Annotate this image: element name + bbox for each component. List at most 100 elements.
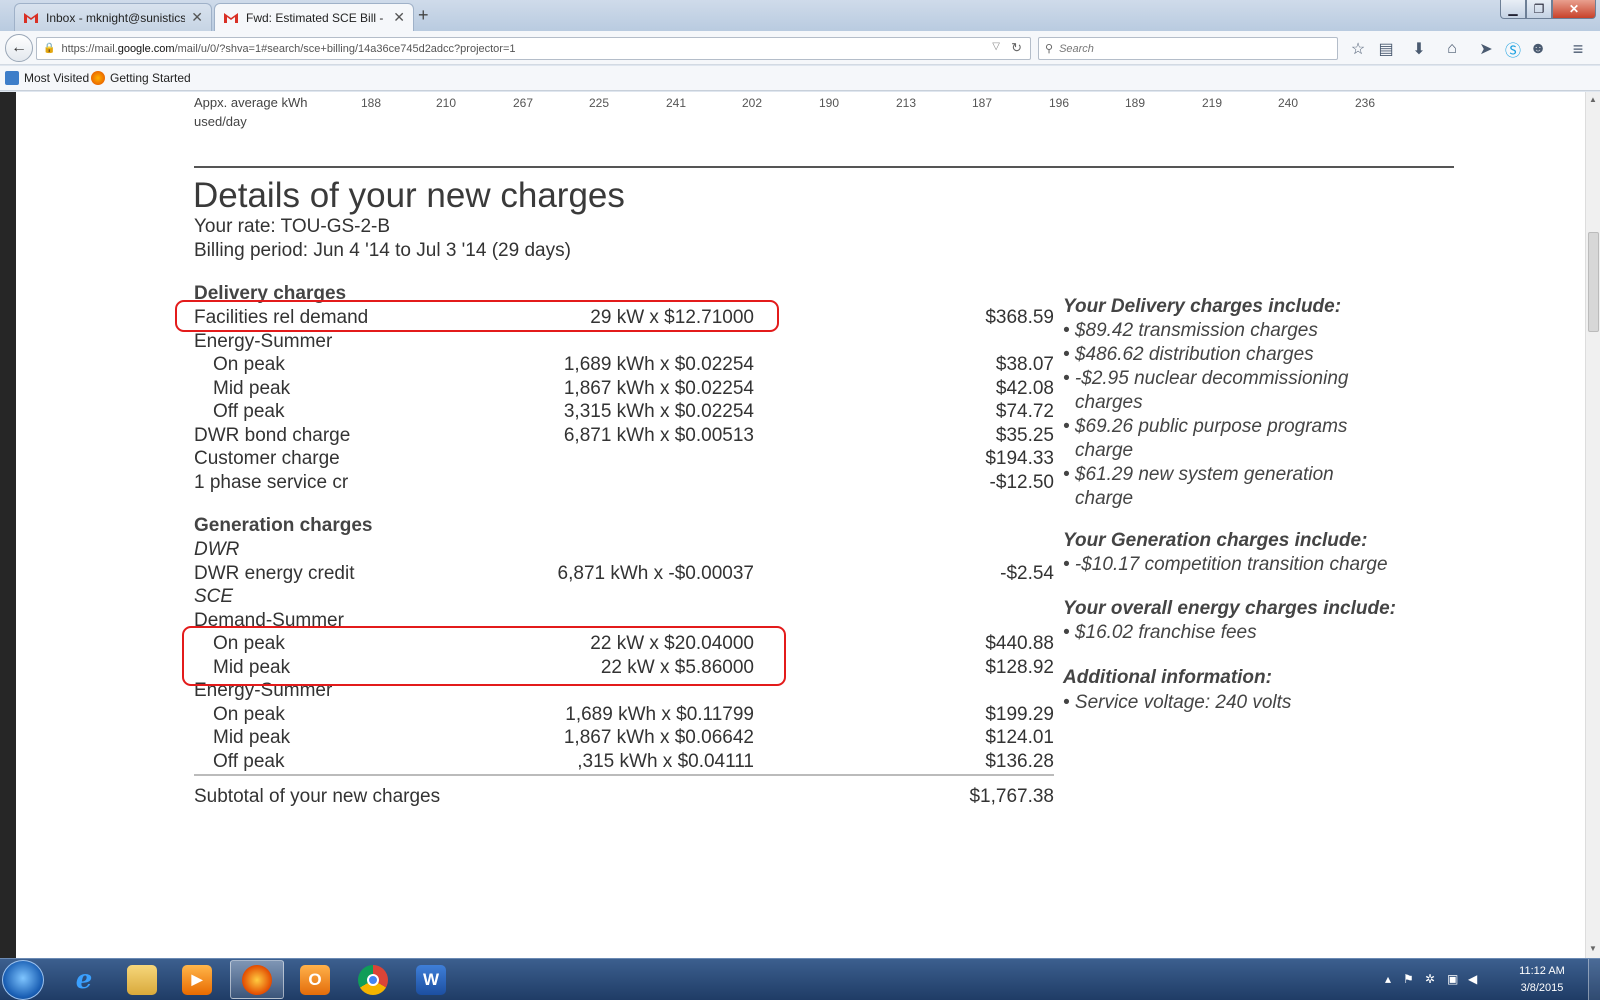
generation-heading: Generation charges bbox=[194, 515, 373, 536]
minimize-button[interactable]: ▁ bbox=[1500, 0, 1526, 19]
charge-calculation: 1,867 kWh x $0.06642 bbox=[563, 727, 754, 748]
charge-label: Off peak bbox=[213, 401, 285, 422]
charge-amount: $42.08 bbox=[995, 377, 1054, 399]
charge-label: On peak bbox=[213, 703, 285, 725]
charge-calculation: 6,871 kWh x $0.00513 bbox=[563, 424, 754, 446]
side-overall-item: • $16.02 franchise fees bbox=[1063, 622, 1257, 643]
charge-label: Mid peak bbox=[213, 727, 291, 748]
search-placeholder: Search bbox=[1059, 42, 1094, 55]
side-additional-heading: Additional information: bbox=[1063, 667, 1272, 688]
scroll-thumb[interactable] bbox=[1588, 232, 1599, 332]
side-delivery-item: • -$2.95 nuclear decommissioning bbox=[1063, 368, 1349, 389]
charge-amount: $38.07 bbox=[995, 354, 1054, 375]
subtotal-divider bbox=[194, 774, 1054, 776]
charge-label: SCE bbox=[194, 586, 234, 607]
taskbar-chrome[interactable] bbox=[346, 960, 400, 999]
url-text: https://mail.google.com/mail/u/0/?shva=1… bbox=[61, 42, 516, 55]
subtotal-amount: $1,767.38 bbox=[969, 786, 1054, 807]
search-input[interactable]: ⚲ Search bbox=[1038, 37, 1338, 60]
avg-kwh-value: 241 bbox=[666, 96, 687, 110]
highlight-box bbox=[182, 626, 786, 686]
windows-taskbar: e ▶ O W ▴ ⚑ ✲ ▣ ◀ 11:12 AM 3/8/2015 bbox=[0, 958, 1600, 1000]
flag-icon[interactable]: ⚑ bbox=[1403, 972, 1414, 986]
close-icon[interactable]: ✕ bbox=[393, 9, 405, 26]
show-hidden-icons-icon[interactable]: ▴ bbox=[1385, 972, 1391, 986]
avg-kwh-value: 213 bbox=[896, 96, 917, 110]
charge-amount: $128.92 bbox=[985, 656, 1054, 678]
skype-icon[interactable]: Ⓢ bbox=[1503, 39, 1523, 60]
side-delivery-item: • $69.26 public purpose programs bbox=[1063, 416, 1348, 437]
avg-kwh-value: 188 bbox=[361, 96, 382, 110]
menu-icon[interactable]: ≡ bbox=[1568, 39, 1588, 59]
side-additional-item: • Service voltage: 240 volts bbox=[1063, 692, 1292, 713]
bookmark-getting-started[interactable]: Getting Started bbox=[91, 71, 191, 85]
back-button[interactable]: ← bbox=[5, 34, 33, 62]
bookmarks-toolbar: Most Visited Getting Started bbox=[0, 66, 1600, 91]
clock[interactable]: 11:12 AM 3/8/2015 bbox=[1507, 963, 1577, 997]
download-icon[interactable]: ⬇ bbox=[1409, 39, 1429, 59]
subtotal-label: Subtotal of your new charges bbox=[194, 786, 441, 807]
content-area: Appx. average kWh used/day 188 210 267 2… bbox=[0, 92, 1600, 958]
taskbar-firefox[interactable] bbox=[230, 960, 284, 999]
vertical-scrollbar[interactable]: ▲ ▼ bbox=[1585, 92, 1600, 958]
search-icon: ⚲ bbox=[1045, 43, 1054, 55]
avg-kwh-label-2: used/day bbox=[194, 114, 247, 129]
chat-icon[interactable]: ☻ bbox=[1528, 39, 1548, 59]
taskbar-outlook[interactable]: O bbox=[288, 960, 342, 999]
taskbar-word[interactable]: W bbox=[404, 960, 458, 999]
scroll-up-icon[interactable]: ▲ bbox=[1589, 95, 1597, 104]
avg-kwh-value: 202 bbox=[742, 96, 763, 110]
outlook-icon: O bbox=[300, 964, 330, 995]
charge-amount: $74.72 bbox=[995, 401, 1054, 422]
avg-kwh-value: 225 bbox=[589, 96, 610, 110]
charge-label: DWR bond charge bbox=[194, 424, 351, 446]
folder-icon bbox=[127, 964, 157, 995]
charge-amount: -$2.54 bbox=[1000, 562, 1054, 584]
taskbar-file-explorer[interactable] bbox=[115, 960, 169, 999]
side-delivery-item: charges bbox=[1075, 392, 1143, 413]
taskbar-media-player[interactable]: ▶ bbox=[170, 960, 224, 999]
network-icon[interactable]: ▣ bbox=[1447, 972, 1458, 986]
avg-kwh-value: 190 bbox=[819, 96, 840, 110]
folder-icon bbox=[5, 71, 19, 85]
tab-inbox-label: Inbox - mknight@sunistics... bbox=[46, 10, 186, 25]
avg-kwh-value: 219 bbox=[1202, 96, 1223, 110]
bookmark-most-visited[interactable]: Most Visited bbox=[5, 71, 89, 85]
avg-kwh-value: 196 bbox=[1049, 96, 1070, 110]
tab-fwd-label: Fwd: Estimated SCE Bill - ... bbox=[246, 10, 388, 25]
charge-amount: $368.59 bbox=[985, 307, 1054, 328]
avg-kwh-value: 240 bbox=[1278, 96, 1299, 110]
volume-icon[interactable]: ◀ bbox=[1468, 972, 1477, 986]
firefox-icon bbox=[91, 71, 105, 85]
side-delivery-item: charge bbox=[1075, 440, 1134, 461]
home-icon[interactable]: ⌂ bbox=[1442, 39, 1462, 59]
show-desktop-button[interactable] bbox=[1588, 959, 1600, 1000]
charge-label: Customer charge bbox=[194, 448, 340, 469]
url-dropdown-icon[interactable]: ▽ bbox=[992, 41, 1000, 52]
close-icon[interactable]: ✕ bbox=[191, 9, 203, 26]
network-sync-icon[interactable]: ✲ bbox=[1425, 972, 1435, 986]
maximize-button[interactable]: ❐ bbox=[1526, 0, 1552, 19]
side-delivery-item: • $61.29 new system generation bbox=[1063, 464, 1334, 485]
scroll-down-icon[interactable]: ▼ bbox=[1589, 944, 1597, 953]
taskbar-internet-explorer[interactable]: e bbox=[57, 960, 111, 999]
firefox-icon bbox=[242, 964, 272, 995]
rate-line: Your rate: TOU-GS-2-B bbox=[194, 216, 391, 237]
charge-amount: $194.33 bbox=[985, 448, 1054, 469]
tab-fwd-sce-bill[interactable]: Fwd: Estimated SCE Bill - ... ✕ bbox=[214, 3, 414, 31]
reading-list-icon[interactable]: ▤ bbox=[1376, 39, 1396, 59]
close-window-button[interactable]: ✕ bbox=[1552, 0, 1596, 19]
avg-kwh-label: Appx. average kWh bbox=[194, 95, 308, 110]
reload-icon[interactable]: ↻ bbox=[1011, 40, 1022, 56]
word-icon: W bbox=[416, 964, 446, 995]
system-tray: ▴ ⚑ ✲ ▣ ◀ 11:12 AM 3/8/2015 bbox=[1385, 959, 1600, 1000]
new-tab-button[interactable]: + bbox=[418, 5, 429, 26]
send-icon[interactable]: ➤ bbox=[1476, 39, 1496, 59]
url-bar[interactable]: 🔒 https://mail.google.com/mail/u/0/?shva… bbox=[36, 37, 1031, 60]
charge-label: On peak bbox=[213, 354, 285, 375]
start-button[interactable] bbox=[2, 960, 44, 1000]
star-icon[interactable]: ☆ bbox=[1348, 39, 1368, 59]
avg-kwh-value: 187 bbox=[972, 96, 993, 110]
tab-inbox[interactable]: Inbox - mknight@sunistics... ✕ bbox=[14, 3, 212, 31]
clock-time: 11:12 AM bbox=[1519, 965, 1565, 977]
